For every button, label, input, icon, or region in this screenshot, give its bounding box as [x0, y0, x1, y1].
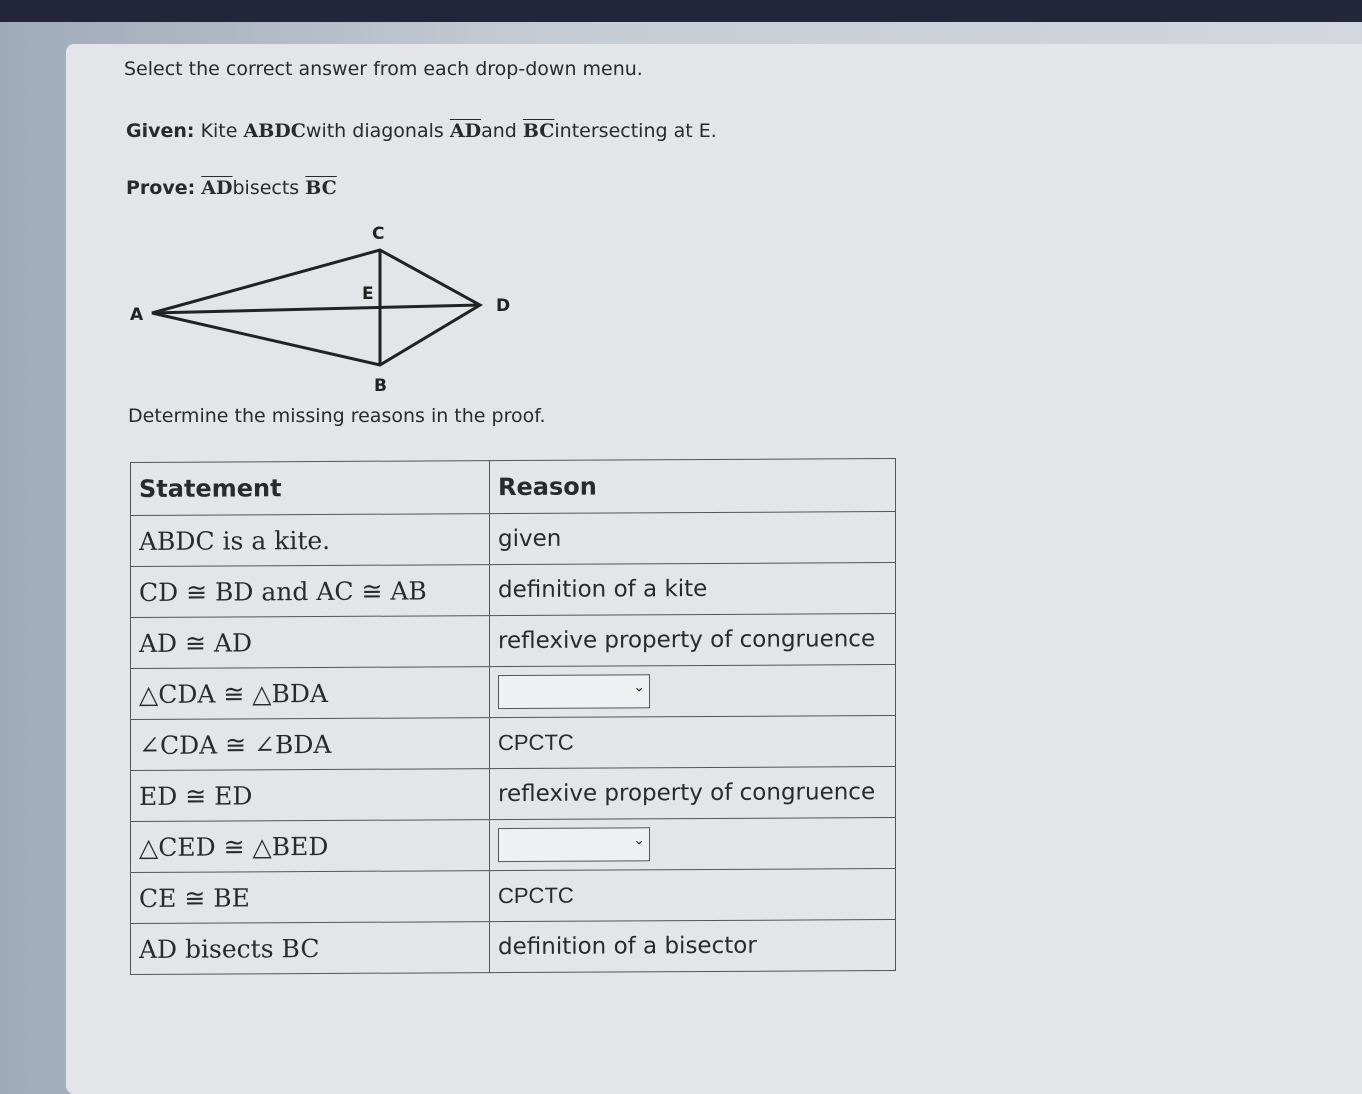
reason-cell: definition of a bisector [489, 919, 896, 973]
reason-cell: reflexive property of congruence [489, 766, 896, 820]
prove-statement: Prove: ADbisects BC [126, 177, 337, 199]
given-text: Kite [200, 120, 238, 142]
reason-cell: ⌄ [489, 664, 896, 718]
given-label: Given: [126, 120, 195, 142]
proof-table: Statement Reason ABDC is a kite. given C… [130, 458, 896, 975]
kite-diagram: A B C D E [130, 224, 510, 396]
table-row: CE ≅ BE CPCTC [130, 868, 896, 924]
prove-text: bisects [232, 177, 300, 199]
segment-ad: AD [201, 177, 233, 199]
chevron-down-icon: ⌄ [633, 679, 645, 696]
table-row: ∠CDA ≅ ∠BDA CPCTC [130, 715, 896, 771]
given-statement: Given: Kite ABDCwith diagonals ADand BCi… [126, 120, 717, 142]
point-label-a: A [130, 305, 144, 325]
table-row: △CDA ≅ △BDA ⌄ [130, 664, 896, 720]
reason-cell: given [489, 511, 896, 565]
reason-dropdown-2[interactable]: ⌄ [498, 827, 650, 863]
statement-text: ABDC is a kite. [139, 525, 331, 556]
statement-cell: △CDA ≅ △BDA [130, 666, 490, 720]
statement-cell: △CED ≅ △BED [130, 819, 490, 873]
statement-cell: ABDC is a kite. [130, 513, 490, 567]
table-row: AD ≅ AD reflexive property of congruence [130, 613, 896, 669]
point-label-e: E [362, 284, 374, 304]
diagonal-ad: AD [449, 120, 482, 142]
kite-name: ABDC [243, 120, 306, 142]
statement-cell: ED ≅ ED [130, 768, 490, 822]
table-row: △CED ≅ △BED ⌄ [130, 817, 896, 873]
statement-cell: AD ≅ AD [130, 615, 490, 669]
given-text: intersecting at E. [554, 120, 717, 142]
statement-cell: CE ≅ BE [130, 870, 490, 924]
point-label-b: B [374, 376, 387, 396]
chevron-down-icon: ⌄ [633, 832, 645, 849]
browser-top-bar [0, 0, 1362, 22]
determine-text: Determine the missing reasons in the pro… [128, 405, 546, 427]
reason-header: Reason [489, 458, 896, 514]
reason-cell: reflexive property of congruence [489, 613, 896, 667]
reason-cell: ⌄ [489, 817, 896, 871]
reason-cell: CPCTC [489, 868, 896, 922]
table-row: CD ≅ BD and AC ≅ AB definition of a kite [130, 562, 896, 618]
statement-cell: CD ≅ BD and AC ≅ AB [130, 564, 490, 618]
segment-bc: BC [305, 177, 337, 199]
instruction-text: Select the correct answer from each drop… [124, 58, 643, 80]
reason-cell: CPCTC [489, 715, 896, 769]
given-text: and [481, 120, 517, 142]
diagonal-ad-line [151, 303, 481, 315]
table-row: ABDC is a kite. given [130, 511, 896, 567]
statement-header: Statement [130, 460, 490, 516]
statement-cell: AD bisects BC [130, 921, 490, 975]
prove-label: Prove: [126, 177, 196, 199]
reason-cell: definition of a kite [489, 562, 896, 616]
table-header-row: Statement Reason [130, 458, 896, 516]
statement-cell: ∠CDA ≅ ∠BDA [130, 717, 490, 771]
table-row: AD bisects BC definition of a bisector [130, 919, 896, 975]
point-label-c: C [372, 224, 384, 244]
reason-dropdown-1[interactable]: ⌄ [498, 674, 650, 710]
given-text: with diagonals [305, 120, 444, 142]
table-row: ED ≅ ED reflexive property of congruence [130, 766, 896, 822]
point-label-d: D [496, 296, 510, 316]
diagonal-bc: BC [522, 120, 555, 142]
